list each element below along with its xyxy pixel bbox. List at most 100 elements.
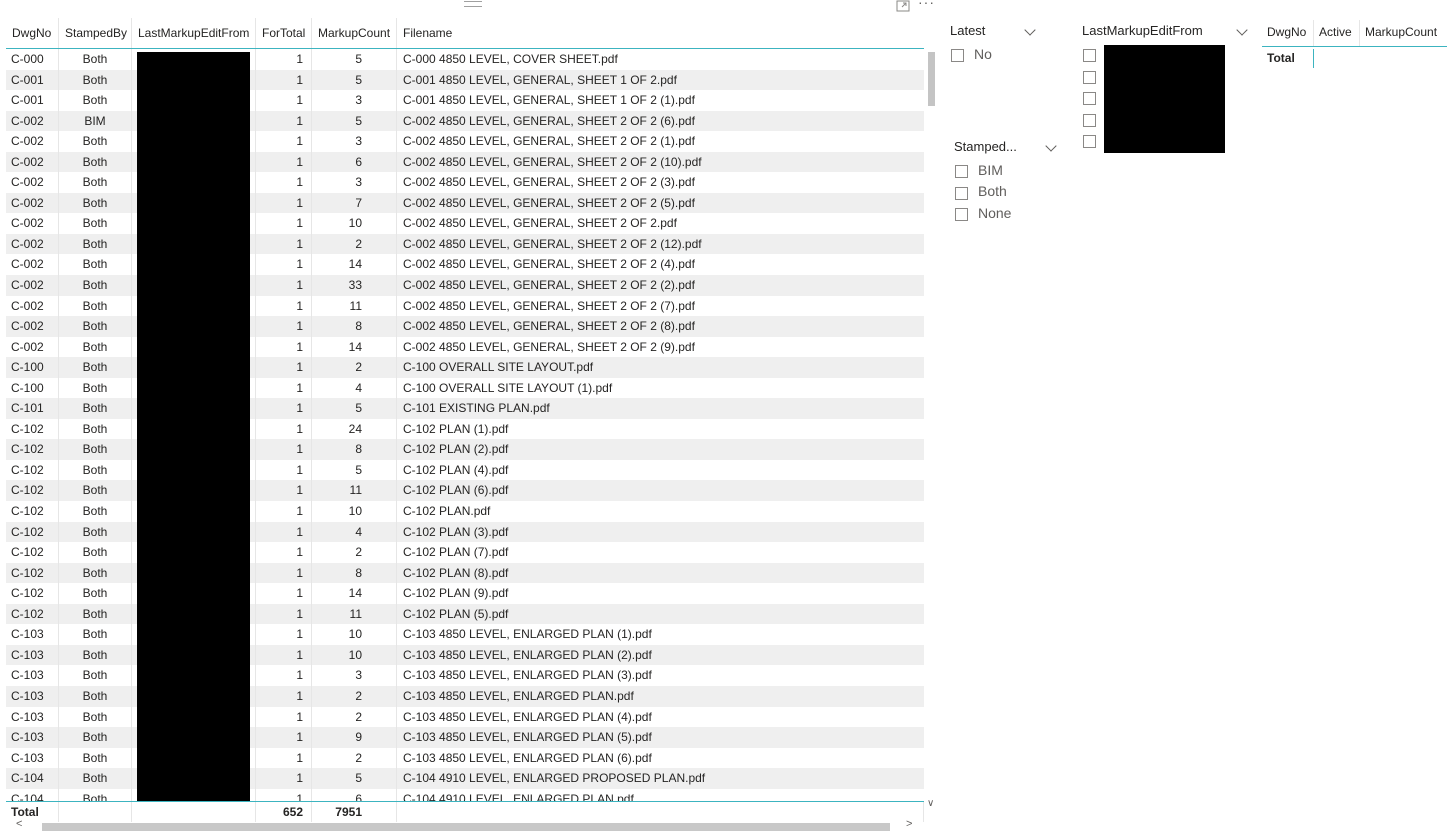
cell-filename: C-002 4850 LEVEL, GENERAL, SHEET 2 OF 2 … — [403, 113, 695, 128]
cell-stampedby: BIM — [59, 110, 132, 132]
cell-fortotal: 1 — [256, 480, 312, 502]
cell-markupcount: 14 — [312, 336, 397, 358]
slicer-latest-option-no[interactable]: No — [974, 46, 992, 62]
cell-fortotal: 1 — [256, 336, 312, 358]
cell-filename: C-103 4850 LEVEL, ENLARGED PLAN (3).pdf — [403, 668, 652, 683]
column-header-lastmarkupeditfrom[interactable]: LastMarkupEditFrom — [132, 18, 256, 48]
cell-stampedby: Both — [59, 624, 132, 645]
slicer-latest-checkbox-no[interactable] — [951, 49, 964, 62]
cell-stampedby: Both — [59, 706, 132, 728]
cell-stampedby: Both — [59, 233, 132, 255]
scroll-left-icon[interactable]: < — [16, 818, 22, 830]
cell-fortotal: 1 — [256, 275, 312, 296]
cell-fortotal: 1 — [256, 398, 312, 419]
vertical-scrollbar[interactable]: ∨ — [926, 48, 938, 813]
cell-filename: C-102 PLAN.pdf — [403, 504, 491, 519]
cell-stampedby: Both — [59, 213, 132, 234]
slicer-lastmarkup-checkbox[interactable] — [1083, 71, 1096, 84]
cell-filename: C-002 4850 LEVEL, GENERAL, SHEET 2 OF 2 … — [403, 236, 702, 251]
cell-fortotal: 1 — [256, 624, 312, 645]
cell-markupcount: 10 — [312, 624, 397, 645]
cell-markupcount: 11 — [312, 295, 397, 317]
column-header-fortotal[interactable]: ForTotal — [256, 18, 312, 48]
mini-header-active[interactable]: Active — [1314, 20, 1360, 46]
cell-fortotal: 1 — [256, 295, 312, 317]
cell-markupcount: 2 — [312, 747, 397, 769]
cell-stampedby: Both — [59, 90, 132, 111]
scroll-down-icon[interactable]: ∨ — [927, 798, 934, 809]
cell-stampedby: Both — [59, 418, 132, 440]
column-header-stampedby[interactable]: StampedBy — [59, 18, 132, 48]
cell-dwgno: C-002 — [6, 336, 59, 358]
cell-filename: C-103 4850 LEVEL, ENLARGED PLAN (5).pdf — [403, 730, 652, 745]
cell-fortotal: 1 — [256, 377, 312, 399]
slicer-stamped-option-none[interactable]: None — [978, 205, 1011, 221]
column-header-filename[interactable]: Filename — [397, 18, 924, 48]
cell-filename: C-000 4850 LEVEL, COVER SHEET.pdf — [403, 52, 618, 66]
cell-stampedby: Both — [59, 562, 132, 584]
column-header-dwgno[interactable]: DwgNo — [6, 18, 59, 48]
table-visual[interactable]: ··· DwgNo StampedBy LastMarkupEditFrom F… — [4, 0, 938, 837]
cell-stampedby: Both — [59, 151, 132, 173]
cell-markupcount: 33 — [312, 275, 397, 296]
cell-dwgno: C-002 — [6, 316, 59, 337]
cell-dwgno: C-103 — [6, 624, 59, 645]
summary-table[interactable]: DwgNo Active MarkupCount Total — [1262, 20, 1447, 70]
cell-dwgno: C-002 — [6, 151, 59, 173]
cell-dwgno: C-102 — [6, 542, 59, 563]
chevron-down-icon[interactable] — [1045, 140, 1057, 152]
scroll-right-icon[interactable]: > — [906, 818, 912, 830]
cell-filename: C-101 EXISTING PLAN.pdf — [403, 401, 550, 416]
cell-stampedby: Both — [59, 542, 132, 563]
slicer-lastmarkup-title: LastMarkupEditFrom — [1082, 23, 1203, 38]
total-markupcount: 7951 — [312, 802, 397, 822]
cell-stampedby: Both — [59, 295, 132, 317]
cell-dwgno: C-100 — [6, 357, 59, 378]
slicer-stamped-checkbox-both[interactable] — [955, 187, 968, 200]
cell-filename: C-002 4850 LEVEL, GENERAL, SHEET 2 OF 2 … — [403, 257, 695, 272]
vertical-scrollbar-thumb[interactable] — [928, 52, 935, 106]
slicer-stamped-option-both[interactable]: Both — [978, 183, 1007, 199]
cell-markupcount: 10 — [312, 501, 397, 522]
slicer-lastmarkup-checkbox[interactable] — [1083, 114, 1096, 127]
slicer-stamped-option-bim[interactable]: BIM — [978, 162, 1003, 178]
cell-filename: C-002 4850 LEVEL, GENERAL, SHEET 2 OF 2 … — [403, 134, 695, 149]
column-header-markupcount[interactable]: MarkupCount — [312, 18, 397, 48]
horizontal-scrollbar-thumb[interactable] — [42, 823, 890, 831]
cell-filename: C-103 4850 LEVEL, ENLARGED PLAN (2).pdf — [403, 647, 652, 662]
mini-total-label: Total — [1262, 49, 1314, 68]
horizontal-scrollbar[interactable]: < > — [8, 818, 928, 832]
cell-filename: C-001 4850 LEVEL, GENERAL, SHEET 1 OF 2 … — [403, 93, 695, 108]
more-options-icon[interactable]: ··· — [918, 0, 938, 10]
cell-dwgno: C-102 — [6, 583, 59, 604]
cell-markupcount: 2 — [312, 357, 397, 378]
cell-filename: C-104 4910 LEVEL, ENLARGED PROPOSED PLAN… — [403, 771, 706, 786]
chevron-down-icon[interactable] — [1024, 24, 1036, 36]
slicer-stamped-checkbox-bim[interactable] — [955, 165, 968, 178]
slicer-lastmarkup-checkbox[interactable] — [1083, 49, 1096, 62]
mini-header-dwgno[interactable]: DwgNo — [1262, 20, 1314, 46]
cell-dwgno: C-002 — [6, 110, 59, 132]
cell-stampedby: Both — [59, 357, 132, 378]
slicer-lastmarkup-checkbox[interactable] — [1083, 135, 1096, 148]
slicer-lastmarkup-checkbox[interactable] — [1083, 92, 1096, 105]
cell-filename: C-102 PLAN (8).pdf — [403, 565, 509, 580]
drag-handle[interactable] — [464, 1, 482, 7]
mini-header-divider — [1262, 46, 1447, 47]
cell-dwgno: C-001 — [6, 69, 59, 91]
cell-fortotal: 1 — [256, 110, 312, 132]
cell-dwgno: C-102 — [6, 459, 59, 481]
slicer-stamped-checkbox-none[interactable] — [955, 208, 968, 221]
mini-header-markupcount[interactable]: MarkupCount — [1360, 20, 1447, 46]
focus-mode-icon[interactable] — [896, 0, 910, 12]
cell-fortotal: 1 — [256, 459, 312, 481]
cell-filename: C-102 PLAN (3).pdf — [403, 524, 509, 539]
cell-dwgno: C-002 — [6, 275, 59, 296]
cell-stampedby: Both — [59, 192, 132, 214]
cell-markupcount: 3 — [312, 665, 397, 686]
cell-fortotal: 1 — [256, 603, 312, 625]
cell-dwgno: C-102 — [6, 521, 59, 543]
cell-fortotal: 1 — [256, 192, 312, 214]
cell-stampedby: Both — [59, 172, 132, 193]
chevron-down-icon[interactable] — [1236, 24, 1248, 36]
